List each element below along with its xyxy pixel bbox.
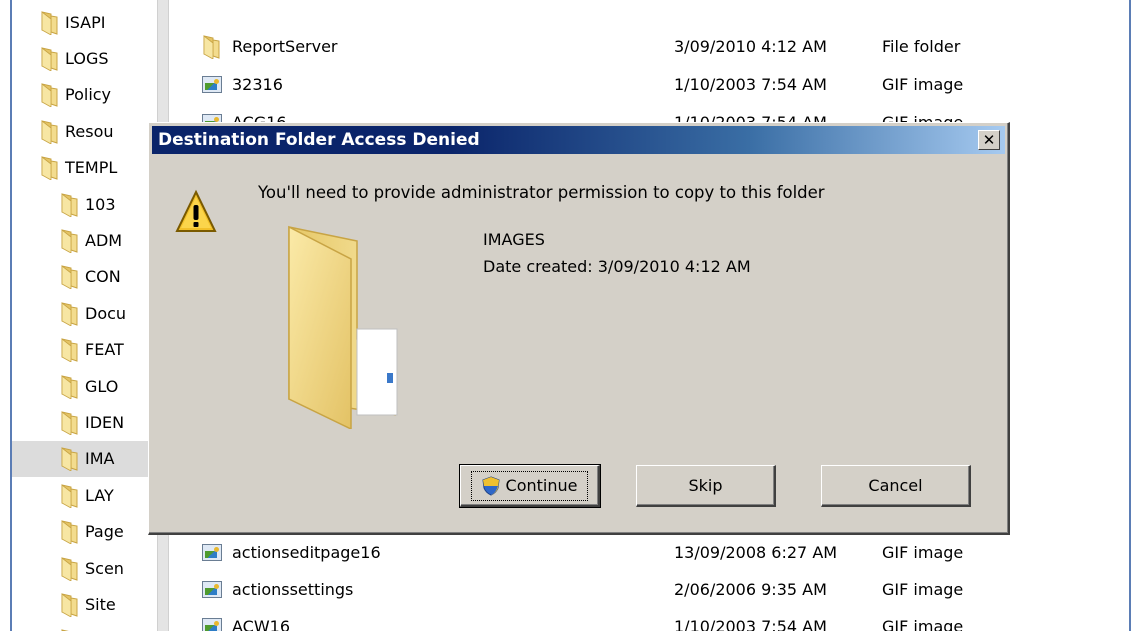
file-name: ReportServer <box>232 36 338 56</box>
folder-icon <box>40 119 59 144</box>
file-date-modified: 2/06/2006 9:35 AM <box>674 579 827 599</box>
gif-image-icon <box>202 614 226 631</box>
nav-item[interactable]: IDEN <box>12 404 157 440</box>
folder-icon <box>60 519 79 545</box>
nav-item-label: TEMPL <box>65 158 118 178</box>
nav-item[interactable]: ADM <box>12 222 157 258</box>
folder-icon <box>40 10 59 35</box>
file-row[interactable]: ACW16 1/10/2003 7:54 AM GIF image <box>202 608 1122 631</box>
nav-item-label: ADM <box>85 230 123 250</box>
nav-item-label: Resou <box>65 121 114 141</box>
file-row[interactable]: actionseditpage16 13/09/2008 6:27 AM GIF i… <box>202 534 1122 570</box>
folder-icon <box>60 592 79 617</box>
nav-item[interactable]: SQL <box>12 623 157 631</box>
folder-icon <box>40 155 59 181</box>
dialog-titlebar[interactable]: Destination Folder Access Denied ✕ <box>152 126 1005 154</box>
file-row[interactable]: ReportServer 3/09/2010 4:12 AM File folder <box>202 28 1122 64</box>
folder-name: IMAGES <box>483 230 545 249</box>
nav-item[interactable]: ISAPI <box>12 4 157 40</box>
explorer-window: ISAPI LOGS Policy Resou TEMPL 103 ADM CON Docu FE… <box>10 0 1131 631</box>
dialog-title: Destination Folder Access Denied <box>158 130 480 150</box>
folder-date-created: Date created: 3/09/2010 4:12 AM <box>483 257 751 276</box>
nav-item-label: Page <box>85 522 124 542</box>
nav-item-label: Site <box>85 594 116 614</box>
file-row[interactable]: 32316 1/10/2003 7:54 AM GIF image <box>202 66 1122 102</box>
continue-label: Continue <box>505 476 578 495</box>
folder-icon <box>60 446 79 472</box>
file-type: GIF image <box>882 542 964 562</box>
navigation-tree: ISAPI LOGS Policy Resou TEMPL 103 ADM CON Docu FE… <box>12 0 157 631</box>
gif-image-icon <box>202 540 226 564</box>
folder-icon <box>60 337 79 363</box>
nav-item-label: ISAPI <box>65 12 106 32</box>
nav-item-label: 103 <box>85 194 116 214</box>
nav-item[interactable]: Scen <box>12 550 157 586</box>
nav-item[interactable]: Page <box>12 514 157 550</box>
nav-item-label: Docu <box>85 303 127 323</box>
gif-image-icon <box>202 577 226 601</box>
nav-item-label: GLO <box>85 376 119 396</box>
folder-icon <box>40 82 59 108</box>
nav-item-label: IDEN <box>85 412 125 432</box>
nav-item[interactable]: FEAT <box>12 332 157 368</box>
file-type: GIF image <box>882 74 964 94</box>
folder-icon <box>60 192 79 217</box>
close-button[interactable]: ✕ <box>978 130 1000 150</box>
file-name: ACW16 <box>232 616 291 631</box>
file-date-modified: 13/09/2008 6:27 AM <box>674 542 838 562</box>
file-date-modified: 3/09/2010 4:12 AM <box>674 36 827 56</box>
file-name: actionseditpage16 <box>232 542 381 562</box>
file-row[interactable]: actionssettings 2/06/2006 9:35 AM GIF imag… <box>202 571 1122 607</box>
folder-icon <box>60 556 79 581</box>
nav-item-label: IMA <box>85 449 115 469</box>
nav-item[interactable]: Policy <box>12 77 157 113</box>
nav-item[interactable]: Resou <box>12 113 157 149</box>
nav-item-label: Scen <box>85 558 124 578</box>
access-denied-dialog: Destination Folder Access Denied ✕ You'l… <box>148 122 1010 535</box>
file-type: GIF image <box>882 616 964 631</box>
file-type: File folder <box>882 36 961 56</box>
file-date-modified: 1/10/2003 7:54 AM <box>674 74 827 94</box>
nav-item[interactable]: Site <box>12 586 157 622</box>
permission-message: You'll need to provide administrator per… <box>258 183 825 202</box>
folder-icon <box>288 225 398 429</box>
cancel-label: Cancel <box>868 476 923 495</box>
skip-button[interactable]: Skip <box>636 465 776 507</box>
file-name: actionssettings <box>232 579 354 599</box>
folder-icon <box>202 34 226 59</box>
file-date-modified: 1/10/2003 7:54 AM <box>674 616 827 631</box>
folder-icon <box>60 228 79 253</box>
skip-label: Skip <box>688 476 723 495</box>
nav-item[interactable]: LAY <box>12 477 157 513</box>
continue-button-focus: Continue <box>470 470 589 501</box>
gif-image-icon <box>202 72 226 96</box>
file-name: 32316 <box>232 74 283 94</box>
folder-icon <box>60 483 79 508</box>
nav-item-label: FEAT <box>85 340 124 360</box>
nav-item[interactable]: GLO <box>12 368 157 404</box>
nav-item[interactable]: 103 <box>12 186 157 222</box>
continue-button[interactable]: Continue <box>459 464 601 508</box>
close-icon: ✕ <box>982 130 996 149</box>
folder-icon <box>60 264 79 290</box>
file-type: GIF image <box>882 579 964 599</box>
nav-item[interactable]: IMA <box>12 440 157 477</box>
warning-icon <box>175 189 217 232</box>
folder-icon <box>60 410 79 435</box>
folder-icon <box>60 374 79 399</box>
uac-shield-icon <box>481 475 500 496</box>
nav-item-label: LOGS <box>65 48 109 68</box>
nav-item-label: CON <box>85 267 121 287</box>
nav-item[interactable]: LOGS <box>12 40 157 76</box>
nav-item[interactable]: Docu <box>12 295 157 331</box>
cancel-button[interactable]: Cancel <box>821 465 971 507</box>
nav-item[interactable]: CON <box>12 259 157 295</box>
nav-item-label: LAY <box>85 485 114 505</box>
nav-item[interactable]: TEMPL <box>12 150 157 186</box>
folder-icon <box>60 301 79 326</box>
nav-item-label: Policy <box>65 85 112 105</box>
folder-icon <box>40 46 59 71</box>
